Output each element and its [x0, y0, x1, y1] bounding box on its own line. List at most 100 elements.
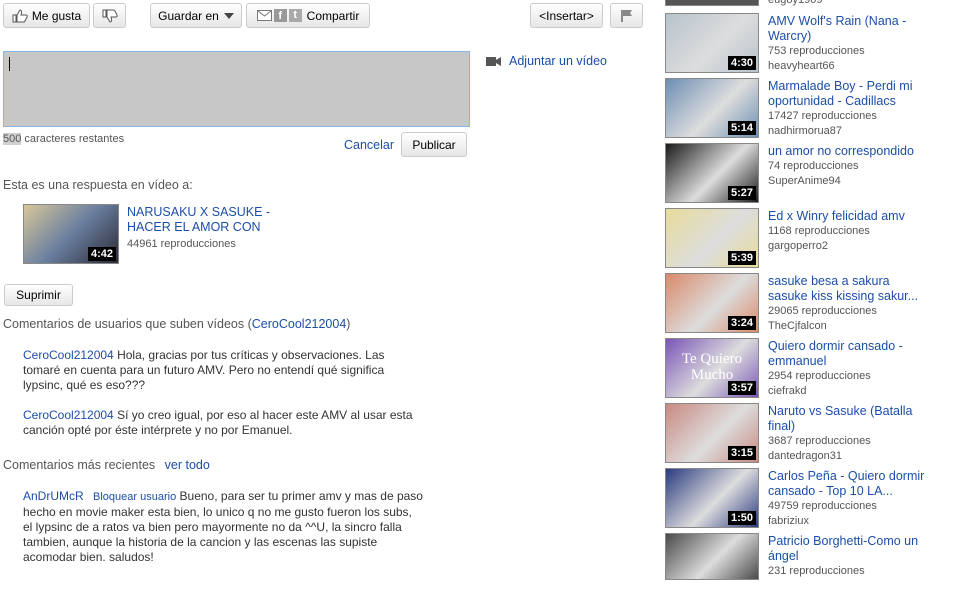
- share-button[interactable]: f t Compartir: [246, 3, 370, 28]
- sidebar-video-user: heavyheart66: [768, 60, 835, 72]
- sidebar-video-title[interactable]: AMV Wolf's Rain (Nana - Warcry): [768, 14, 948, 44]
- uploader-heading-prefix: Comentarios de usuarios que suben vídeos…: [3, 317, 252, 331]
- sidebar-video-title[interactable]: un amor no correspondido: [768, 144, 948, 159]
- title-line1: AMV Wolf's Rain (Nana -: [768, 14, 907, 28]
- recent-heading-label: Comentarios más recientes: [3, 458, 156, 472]
- comment-username[interactable]: AnDrUMcR: [23, 489, 84, 503]
- title-line1: Marmalade Boy - Perdi mi: [768, 79, 913, 93]
- see-all-link[interactable]: ver todo: [165, 458, 210, 472]
- sidebar-video-views: 753 reproducciones: [768, 45, 865, 57]
- title-line1: Naruto vs Sasuke (Batalla: [768, 404, 913, 418]
- sidebar-video-thumbnail[interactable]: 5:39: [665, 208, 759, 268]
- uploader-heading-suffix: ): [346, 317, 351, 331]
- sidebar-video-views: 231 reproducciones: [768, 565, 865, 577]
- like-button[interactable]: Me gusta: [3, 3, 90, 28]
- twitter-icon: t: [288, 9, 302, 22]
- uploader-comment: CeroCool212004 Sí yo creo igual, por eso…: [23, 408, 423, 438]
- video-duration: 1:50: [727, 511, 756, 525]
- response-views: 44961 reproducciones: [127, 238, 236, 250]
- comment-username[interactable]: CeroCool212004: [23, 348, 114, 362]
- sidebar-video-user: SuperAnime94: [768, 175, 841, 187]
- uploader-comments-heading: Comentarios de usuarios que suben vídeos…: [3, 317, 350, 331]
- sidebar-video-user: ciefrakd: [768, 385, 807, 397]
- sidebar-video-thumbnail[interactable]: 3:15: [665, 403, 759, 463]
- remove-response-button[interactable]: Suprimir: [4, 284, 73, 306]
- dislike-button[interactable]: [93, 3, 126, 28]
- flag-button[interactable]: [610, 3, 643, 28]
- like-label: Me gusta: [31, 8, 82, 23]
- comment-textarea[interactable]: [3, 51, 470, 127]
- response-video-thumbnail[interactable]: 4:42: [23, 204, 119, 264]
- sidebar-video-thumbnail[interactable]: 1:50: [665, 468, 759, 528]
- sidebar-video-title[interactable]: Naruto vs Sasuke (Batalla final): [768, 404, 948, 434]
- remove-label: Suprimir: [16, 288, 61, 302]
- save-to-button[interactable]: Guardar en: [150, 3, 242, 28]
- sidebar-video-views: 17427 reproducciones: [768, 110, 877, 122]
- flag-icon: [620, 9, 632, 22]
- video-duration: 3:24: [727, 316, 756, 330]
- sidebar-video-views: 3687 reproducciones: [768, 435, 871, 447]
- comment-username[interactable]: CeroCool212004: [23, 408, 114, 422]
- sidebar-video-views: 49759 reproducciones: [768, 500, 877, 512]
- video-duration: 4:30: [727, 56, 756, 70]
- uploader-comment: CeroCool212004 Hola, gracias por tus crí…: [23, 348, 423, 393]
- sidebar-video-user: dantedragon31: [768, 450, 843, 462]
- text-caret: [9, 57, 10, 71]
- sidebar-video-title[interactable]: Quiero dormir cansado - emmanuel: [768, 339, 948, 369]
- sidebar-video-thumbnail[interactable]: [665, 0, 759, 6]
- sidebar-video-user: eugoy1909: [768, 0, 823, 6]
- chevron-down-icon: [223, 12, 234, 19]
- sidebar-video-thumbnail[interactable]: 3:24: [665, 273, 759, 333]
- publish-label: Publicar: [412, 137, 456, 152]
- response-title-line1: NARUSAKU X SASUKE -: [127, 205, 271, 219]
- response-heading: Esta es una respuesta en vídeo a:: [3, 178, 193, 192]
- title-line1: Patricio Borghetti-Como un: [768, 534, 919, 548]
- uploader-heading-user[interactable]: CeroCool212004: [252, 317, 347, 331]
- remaining-label: caracteres restantes: [24, 133, 125, 145]
- sidebar-video-views: 1168 reproducciones: [768, 225, 870, 237]
- thumbs-down-icon: [102, 9, 118, 23]
- recent-comments-heading: Comentarios más recientes ver todo: [3, 458, 210, 472]
- sidebar-video-title[interactable]: Marmalade Boy - Perdi mi oportunidad - Ca…: [768, 79, 948, 109]
- sidebar-video-user: fabriziux: [768, 515, 809, 527]
- sidebar-video-title[interactable]: Carlos Peña - Quiero dormir cansado - Top…: [768, 469, 948, 499]
- video-camera-icon: [486, 56, 501, 66]
- sidebar-video-user: nadhirmorua87: [768, 125, 842, 137]
- title-line1: un amor no correspondido: [768, 144, 914, 158]
- sidebar-video-thumbnail[interactable]: 5:14: [665, 78, 759, 138]
- video-duration: 5:27: [727, 186, 756, 200]
- thumbnail-text: Te Quiero Mucho: [681, 351, 743, 383]
- sidebar-video-thumbnail[interactable]: [665, 533, 759, 580]
- sidebar-video-title[interactable]: Ed x Winry felicidad amv: [768, 209, 948, 224]
- email-icon: [256, 10, 272, 21]
- video-duration: 3:15: [727, 446, 756, 460]
- title-line2: oportunidad - Cadillacs: [768, 94, 896, 108]
- publish-button[interactable]: Publicar: [401, 132, 467, 157]
- cancel-link[interactable]: Cancelar: [344, 138, 394, 152]
- response-video-title[interactable]: NARUSAKU X SASUKE - HACER EL AMOR CON: [127, 205, 270, 235]
- sidebar-video-title[interactable]: sasuke besa a sakura sasuke kiss kissing …: [768, 274, 948, 304]
- sidebar-video-user: TheCjfalcon: [768, 320, 827, 332]
- sidebar-video-user: gargoperro2: [768, 240, 828, 252]
- title-line1: sasuke besa a sakura: [768, 274, 890, 288]
- sidebar-video-views: 29065 reproducciones: [768, 305, 877, 317]
- title-line1: Carlos Peña - Quiero dormir: [768, 469, 925, 483]
- sidebar-video-thumbnail[interactable]: 4:30: [665, 13, 759, 73]
- sidebar-video-thumbnail[interactable]: Te Quiero Mucho 3:57: [665, 338, 759, 398]
- sidebar-video-views: 2954 reproducciones: [768, 370, 871, 382]
- embed-button[interactable]: <Insertar>: [530, 3, 603, 28]
- block-user-link[interactable]: Bloquear usuario: [93, 491, 176, 503]
- embed-label: <Insertar>: [539, 8, 594, 23]
- char-counter: 500 caracteres restantes: [3, 133, 124, 145]
- response-duration: 4:42: [87, 247, 116, 261]
- remaining-count: 500: [3, 133, 22, 145]
- recent-comment: AnDrUMcR Bloquear usuario Bueno, para se…: [23, 489, 423, 565]
- title-line2: sasuke kiss kissing sakur...: [768, 289, 919, 303]
- sidebar-video-title[interactable]: Patricio Borghetti-Como un ángel: [768, 534, 948, 564]
- sidebar-video-thumbnail[interactable]: 5:27: [665, 143, 759, 203]
- sidebar-video-views: 74 reproducciones: [768, 160, 859, 172]
- save-to-label: Guardar en: [158, 8, 219, 23]
- share-label: Compartir: [306, 8, 360, 23]
- attach-video-link[interactable]: Adjuntar un vídeo: [486, 54, 607, 68]
- facebook-icon: f: [273, 9, 287, 22]
